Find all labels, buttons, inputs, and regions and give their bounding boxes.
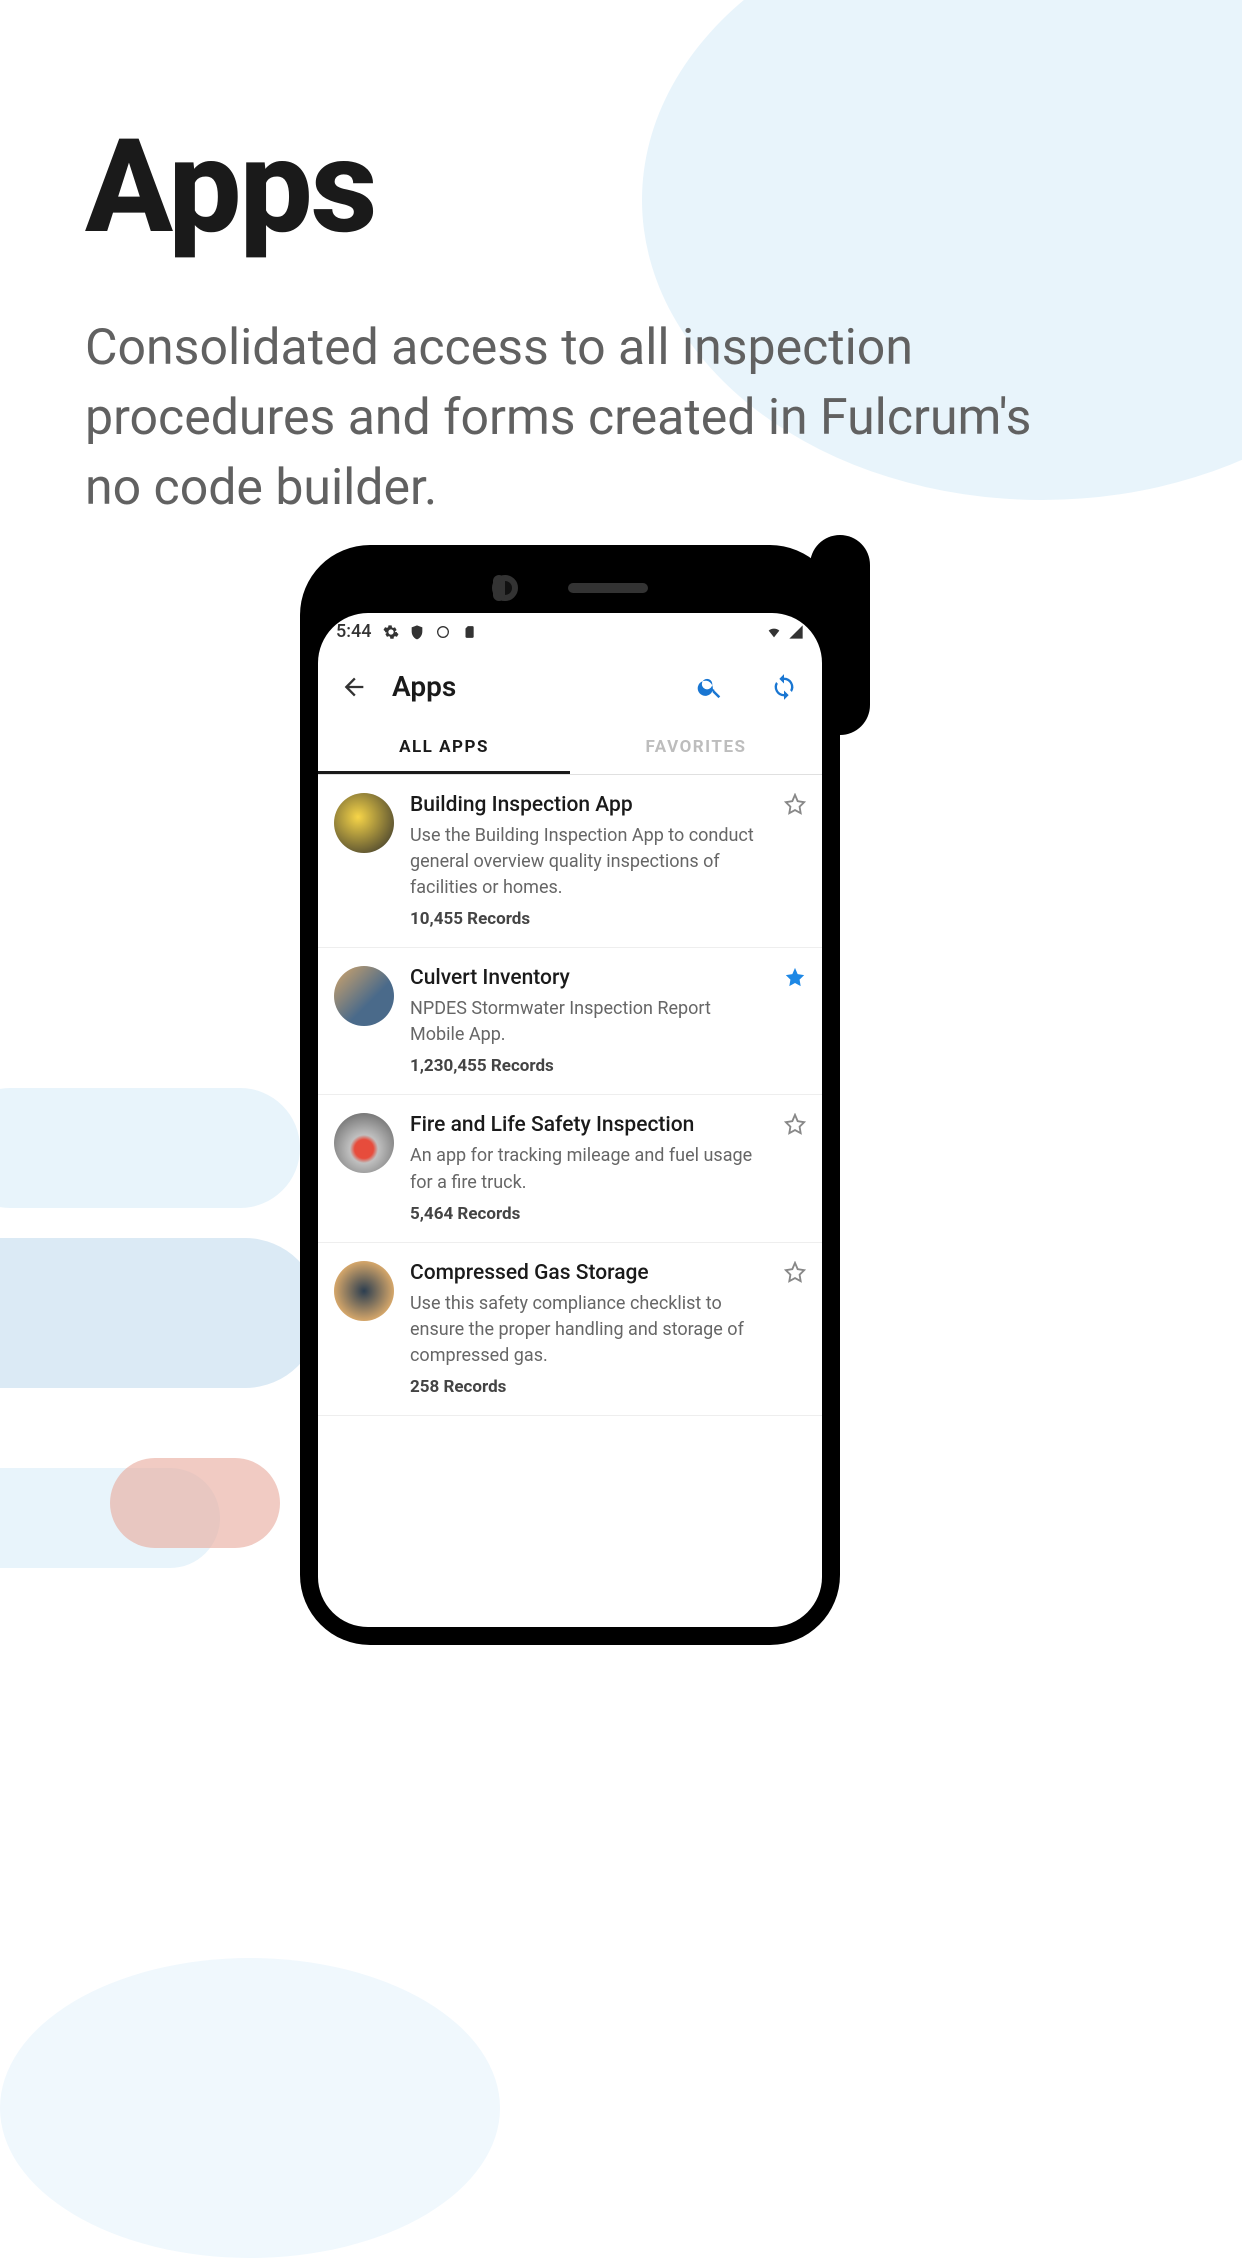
app-records-count: 10,455 Records bbox=[410, 909, 768, 929]
list-item[interactable]: Building Inspection App Use the Building… bbox=[318, 775, 822, 948]
app-name: Building Inspection App bbox=[410, 793, 768, 817]
list-item[interactable]: Compressed Gas Storage Use this safety c… bbox=[318, 1243, 822, 1416]
star-outline-icon[interactable] bbox=[784, 1113, 806, 1135]
shield-icon bbox=[409, 624, 425, 640]
app-avatar bbox=[334, 1113, 394, 1173]
app-avatar bbox=[334, 966, 394, 1026]
hero-section: Apps Consolidated access to all inspecti… bbox=[0, 0, 1242, 523]
tabs: ALL APPS FAVORITES bbox=[318, 721, 822, 775]
app-name: Fire and Life Safety Inspection bbox=[410, 1113, 768, 1137]
page-title: Apps bbox=[85, 110, 1157, 263]
app-description: Use this safety compliance checklist to … bbox=[410, 1291, 768, 1369]
app-description: NPDES Stormwater Inspection Report Mobil… bbox=[410, 996, 768, 1048]
phone-mockup: 5:44 bbox=[300, 545, 840, 1645]
search-button[interactable] bbox=[694, 671, 726, 703]
bg-decoration bbox=[110, 1458, 280, 1548]
bg-decoration bbox=[0, 1088, 300, 1208]
star-outline-icon[interactable] bbox=[784, 1261, 806, 1283]
sdcard-icon bbox=[461, 624, 477, 640]
gear-icon bbox=[383, 624, 399, 640]
status-time: 5:44 bbox=[336, 621, 371, 642]
tab-favorites[interactable]: FAVORITES bbox=[570, 721, 822, 774]
circle-icon bbox=[435, 624, 451, 640]
phone-sensor-icon bbox=[493, 575, 505, 601]
app-header: Apps bbox=[318, 650, 822, 721]
app-records-count: 5,464 Records bbox=[410, 1204, 768, 1224]
app-description: An app for tracking mileage and fuel usa… bbox=[410, 1143, 768, 1195]
app-records-count: 258 Records bbox=[410, 1377, 768, 1397]
wifi-icon bbox=[766, 624, 782, 640]
phone-speaker-icon bbox=[568, 583, 648, 593]
app-name: Compressed Gas Storage bbox=[410, 1261, 768, 1285]
star-outline-icon[interactable] bbox=[784, 793, 806, 815]
app-avatar bbox=[334, 1261, 394, 1321]
page-subtitle: Consolidated access to all inspection pr… bbox=[85, 313, 1085, 523]
app-list[interactable]: Building Inspection App Use the Building… bbox=[318, 775, 822, 1627]
tab-all-apps[interactable]: ALL APPS bbox=[318, 721, 570, 774]
signal-icon bbox=[788, 624, 804, 640]
list-item[interactable]: Fire and Life Safety Inspection An app f… bbox=[318, 1095, 822, 1242]
app-records-count: 1,230,455 Records bbox=[410, 1056, 768, 1076]
status-bar: 5:44 bbox=[318, 613, 822, 650]
back-button[interactable] bbox=[340, 673, 368, 701]
list-item[interactable]: Culvert Inventory NPDES Stormwater Inspe… bbox=[318, 948, 822, 1095]
bg-decoration bbox=[0, 1958, 500, 2258]
screen-title: Apps bbox=[392, 670, 670, 703]
star-filled-icon[interactable] bbox=[784, 966, 806, 988]
app-name: Culvert Inventory bbox=[410, 966, 768, 990]
sync-button[interactable] bbox=[768, 671, 800, 703]
bg-decoration bbox=[0, 1238, 320, 1388]
app-description: Use the Building Inspection App to condu… bbox=[410, 823, 768, 901]
app-avatar bbox=[334, 793, 394, 853]
